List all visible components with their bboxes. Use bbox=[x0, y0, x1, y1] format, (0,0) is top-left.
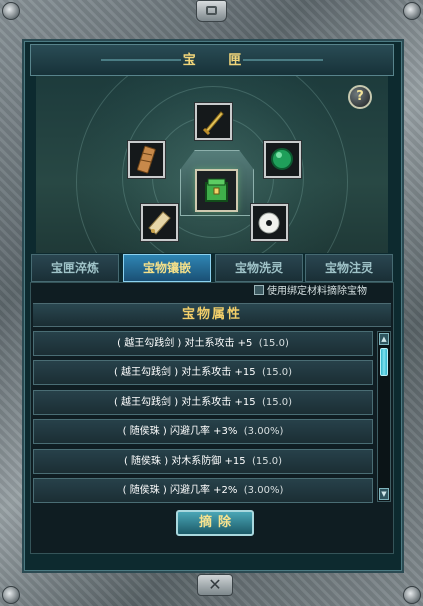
attr-item: ( 随侯珠 ) bbox=[123, 456, 169, 467]
list-item[interactable]: ( 越王勾践剑 ) 对土系攻击 +15 (15.0) bbox=[33, 360, 373, 385]
title-bar[interactable]: 宝 匣 bbox=[30, 44, 394, 76]
attr-item: ( 越王勾践剑 ) bbox=[117, 338, 182, 349]
list-item[interactable]: ( 越王勾践剑 ) 对土系攻击 +15 (15.0) bbox=[33, 390, 373, 415]
close-button[interactable]: ✕ bbox=[197, 574, 233, 596]
remove-button[interactable]: 摘除 bbox=[176, 510, 254, 536]
attr-note: (15.0) bbox=[261, 397, 293, 408]
scroll-icon bbox=[148, 211, 171, 235]
attr-stat: 对土系攻击 +15 bbox=[181, 367, 256, 378]
attribute-scrollbar[interactable]: ▲ ▼ bbox=[377, 331, 391, 502]
slot-treasure-box[interactable] bbox=[195, 169, 238, 212]
bound-material-checkbox[interactable] bbox=[254, 285, 264, 295]
attr-item: ( 越王勾践剑 ) bbox=[113, 367, 179, 378]
jade-disc-icon bbox=[258, 212, 280, 234]
list-item[interactable]: ( 随侯珠 ) 对木系防御 +15 (15.0) bbox=[33, 449, 373, 474]
close-icon: ✕ bbox=[208, 575, 222, 594]
slot-jade-disc[interactable] bbox=[251, 204, 288, 241]
attr-stat: 闪避几率 +3% bbox=[170, 426, 238, 437]
attr-item: ( 随侯珠 ) bbox=[122, 426, 167, 437]
attr-stat: 闪避几率 +2% bbox=[170, 485, 238, 496]
bound-material-option[interactable]: 使用绑定材料摘除宝物 bbox=[254, 285, 367, 299]
list-item[interactable]: ( 越王勾践剑 ) 对土系攻击 +5 (15.0) bbox=[33, 331, 373, 356]
tab-box-refine[interactable]: 宝匣淬炼 bbox=[31, 254, 119, 282]
help-button[interactable]: ? bbox=[348, 85, 372, 109]
slot-sword[interactable] bbox=[195, 103, 232, 140]
tab-bar: 宝匣淬炼 宝物镶嵌 宝物洗灵 宝物注灵 bbox=[31, 254, 393, 282]
sword-icon bbox=[202, 111, 224, 136]
attr-stat: 对土系攻击 +15 bbox=[181, 397, 256, 408]
bamboo-slip-icon bbox=[136, 145, 156, 174]
attr-stat: 对木系防御 +15 bbox=[171, 456, 246, 467]
scroll-thumb[interactable] bbox=[380, 348, 388, 376]
attr-note: (15.0) bbox=[258, 338, 289, 349]
slot-jade-gem[interactable] bbox=[264, 141, 301, 178]
tab-treasure-wash[interactable]: 宝物洗灵 bbox=[215, 254, 303, 282]
slot-scroll[interactable] bbox=[141, 204, 178, 241]
corner-rivet-icon bbox=[403, 2, 421, 20]
corner-rivet-icon bbox=[2, 2, 20, 20]
attr-note: (3.00%) bbox=[243, 426, 284, 437]
green-gem-icon bbox=[271, 148, 293, 170]
attr-item: ( 随侯珠 ) bbox=[122, 485, 167, 496]
attr-note: (15.0) bbox=[261, 367, 293, 378]
title-ornament bbox=[243, 59, 323, 61]
scroll-down-arrow-icon[interactable]: ▼ bbox=[379, 488, 389, 500]
attr-note: (15.0) bbox=[251, 456, 283, 467]
tab-treasure-inlay[interactable]: 宝物镶嵌 bbox=[123, 254, 211, 282]
corner-rivet-icon bbox=[403, 586, 421, 604]
attr-item: ( 越王勾践剑 ) bbox=[113, 397, 179, 408]
bound-material-label: 使用绑定材料摘除宝物 bbox=[267, 286, 367, 297]
treasure-box-icon bbox=[205, 178, 228, 202]
list-item[interactable]: ( 随侯珠 ) 闪避几率 +3% (3.00%) bbox=[33, 419, 373, 444]
tab-treasure-infuse[interactable]: 宝物注灵 bbox=[305, 254, 393, 282]
slot-bamboo-slip[interactable] bbox=[128, 141, 165, 178]
chest-emblem-icon bbox=[196, 0, 227, 22]
list-item[interactable]: ( 随侯珠 ) 闪避几率 +2% (3.00%) bbox=[33, 478, 373, 503]
attr-stat: 对土系攻击 +5 bbox=[184, 338, 253, 349]
scroll-up-arrow-icon[interactable]: ▲ bbox=[379, 333, 389, 345]
corner-rivet-icon bbox=[2, 586, 20, 604]
section-title: 宝物属性 bbox=[33, 303, 391, 327]
attr-note: (3.00%) bbox=[243, 485, 284, 496]
